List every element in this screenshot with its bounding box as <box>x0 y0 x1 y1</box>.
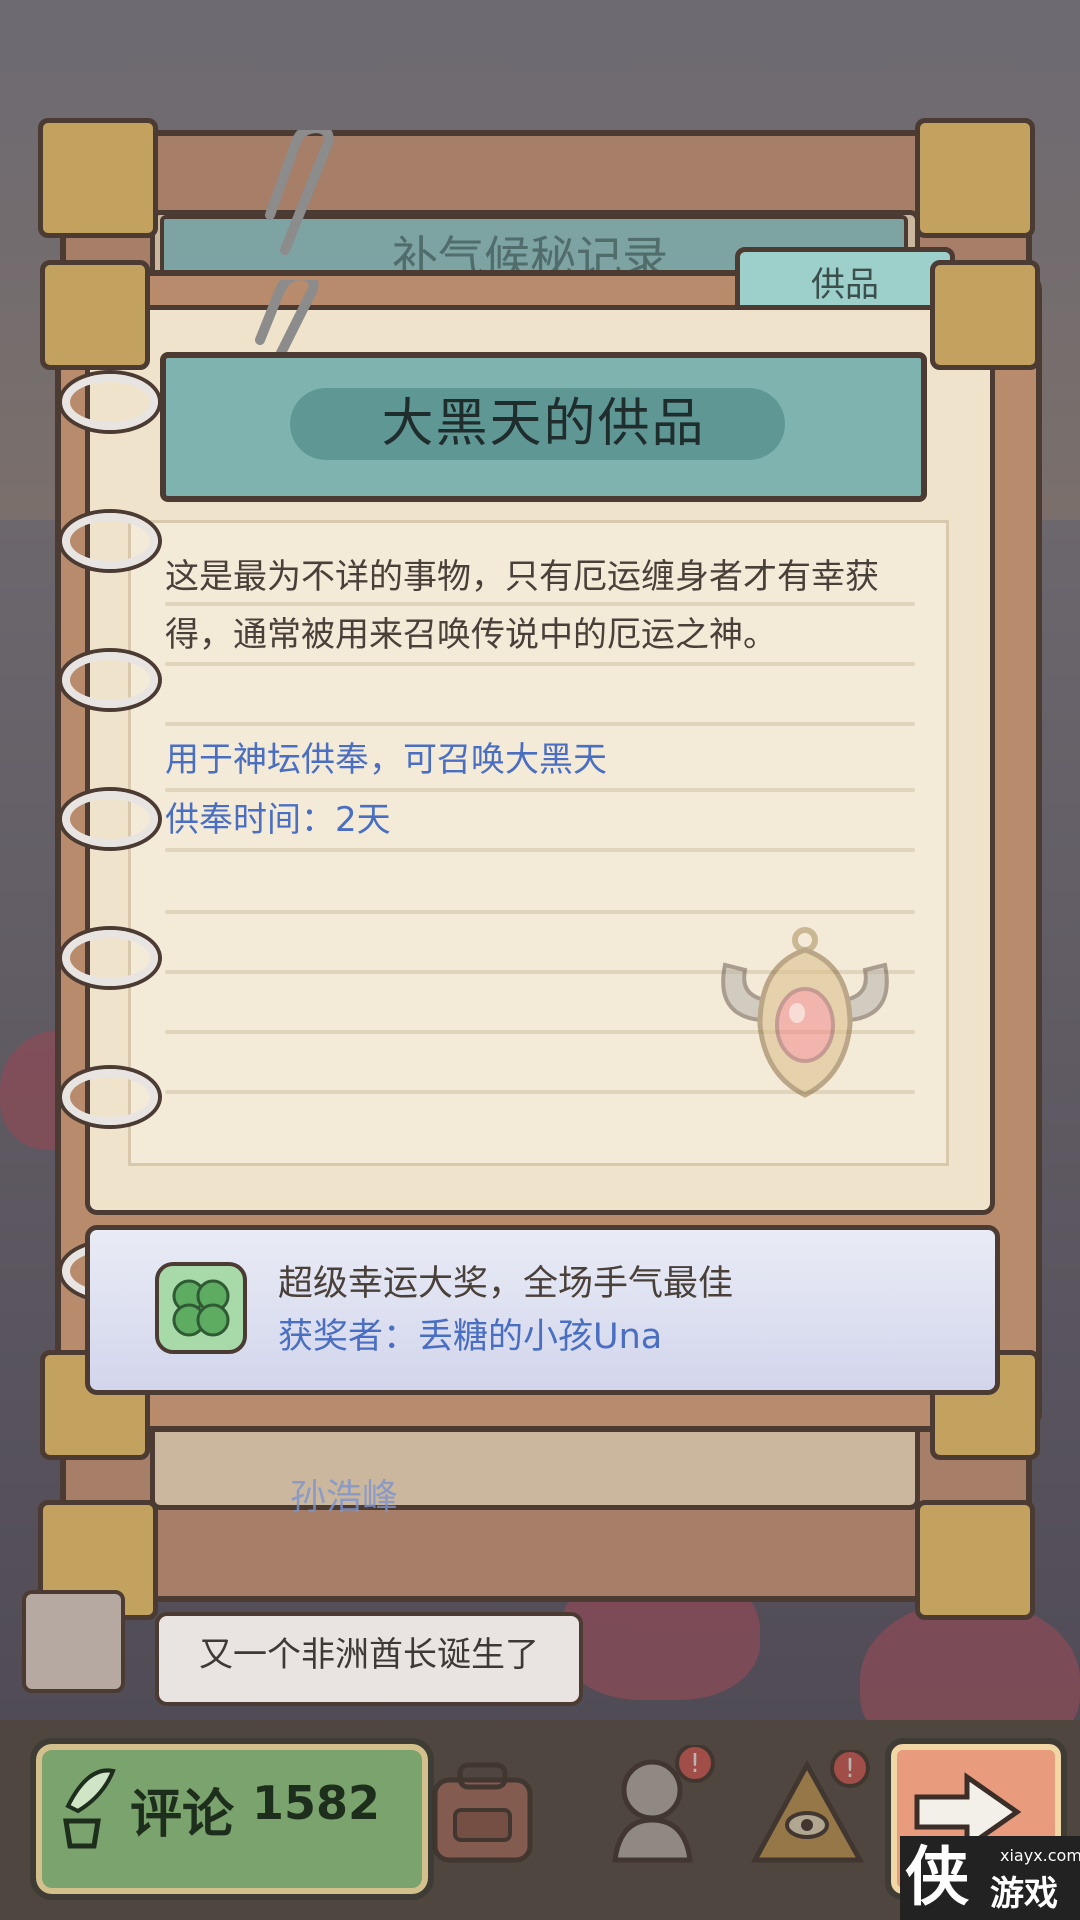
item-duration: 供奉时间：2天 <box>165 800 391 840</box>
speech-bubble-text: 又一个非洲酋长诞生了 <box>199 1635 539 1675</box>
item-title: 大黑天的供品 <box>381 394 706 454</box>
watermark-logo: 侠 <box>905 1841 969 1915</box>
comment-count: 1582 <box>252 1776 381 1830</box>
amulet-icon <box>721 927 889 1098</box>
ruled-line <box>165 722 915 726</box>
avatar[interactable] <box>22 1590 125 1693</box>
book-corner <box>40 260 150 370</box>
bust-icon[interactable]: ! <box>590 1745 715 1870</box>
item-use: 用于神坛供奉，可召唤大黑天 供奉时间：2天 <box>165 730 925 850</box>
watermark-text: 游戏 <box>990 1874 1058 1914</box>
award-title: 超级幸运大奖，全场手气最佳 <box>278 1264 734 1304</box>
award-winner: 获奖者：丢糖的小孩Una <box>278 1317 663 1357</box>
watermark-url: xiayx.com <box>1000 1846 1080 1865</box>
item-description: 这是最为不详的事物，只有厄运缠身者才有幸获得，通常被用来召唤传说中的厄运之神。 <box>165 557 879 655</box>
binder-ring <box>62 930 158 986</box>
backpack-icon[interactable] <box>420 1750 545 1875</box>
ruled-line <box>165 910 915 914</box>
back-entry-name: 孙浩峰 <box>290 1477 399 1518</box>
binder-ring <box>62 374 158 430</box>
binder-ring <box>62 652 158 708</box>
svg-text:!: ! <box>845 1754 855 1784</box>
quill-icon <box>63 1768 116 1849</box>
book-corner <box>915 118 1035 238</box>
book-corner <box>915 1500 1035 1620</box>
binder-ring <box>62 1069 158 1125</box>
paperclip-icon <box>265 130 334 255</box>
pyramid-eye-icon[interactable]: ! <box>745 1750 870 1875</box>
svg-text:!: ! <box>690 1749 700 1779</box>
book-corner <box>38 118 158 238</box>
book-corner <box>930 260 1040 370</box>
clover-icon <box>155 1262 247 1354</box>
binder-ring <box>62 513 158 569</box>
item-use-line: 用于神坛供奉，可召唤大黑天 <box>165 740 607 780</box>
comment-label: 评论 <box>130 1785 235 1845</box>
binder-ring <box>62 791 158 847</box>
